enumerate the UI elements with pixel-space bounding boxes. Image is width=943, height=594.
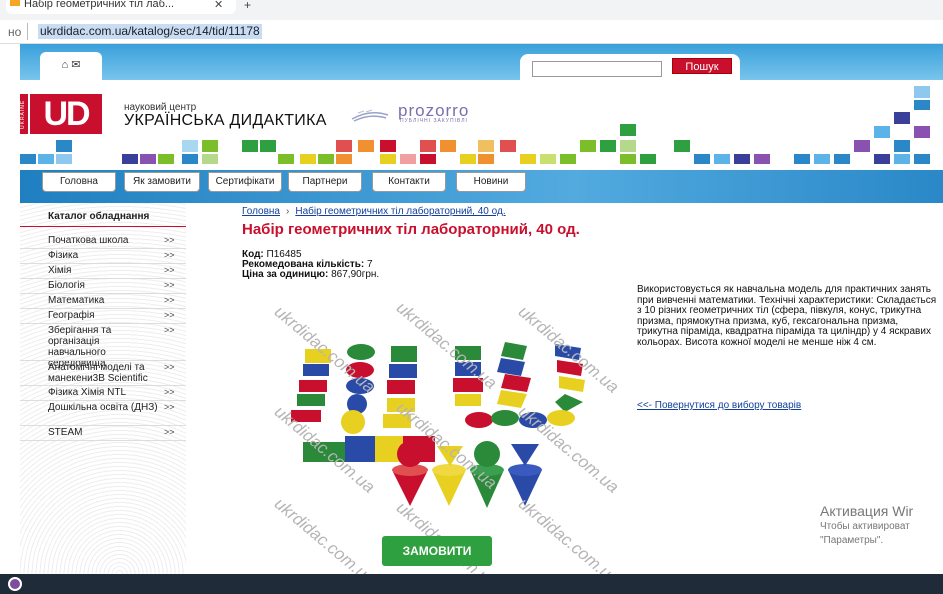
logo-title: УКРАЇНСЬКА ДИДАКТИКА xyxy=(124,112,327,129)
url-separator xyxy=(27,23,28,40)
sidebar-item-geography[interactable]: Географія xyxy=(48,310,158,321)
activation-line2: "Параметры". xyxy=(820,535,884,546)
chevron-right-icon: >> xyxy=(164,325,175,335)
catalog-title: Каталог обладнання xyxy=(48,211,150,222)
prozorro-icon xyxy=(351,109,389,122)
geometric-shapes-illustration xyxy=(291,342,585,508)
nav-news[interactable]: Новини xyxy=(456,172,526,192)
divider xyxy=(20,323,186,324)
back-to-products-link[interactable]: <<- Повернутися до вибору товарів xyxy=(637,400,801,411)
nav-contacts[interactable]: Контакти xyxy=(372,172,446,192)
favicon-icon xyxy=(10,0,20,6)
sidebar-item-anatomy[interactable]: Анатомічні моделі та манекени3B Scientif… xyxy=(48,362,158,384)
product-image[interactable]: ukrdidac.com.ua ukrdidac.com.ua ukrdidac… xyxy=(265,294,625,574)
home-mail-tab[interactable]: ⌂ ✉ xyxy=(40,52,102,80)
page-title: Набір геометричних тіл лабораторний, 40 … xyxy=(242,221,580,238)
site-logo[interactable]: UD xyxy=(30,94,102,134)
price-label: Ціна за одиницю: xyxy=(242,269,329,280)
prozorro-subtitle: ПУБЛІЧНІ ЗАКУПІВЛІ xyxy=(400,118,468,124)
divider xyxy=(20,308,186,309)
close-tab-icon[interactable]: ✕ xyxy=(214,0,223,11)
divider xyxy=(20,360,186,361)
nav-partners[interactable]: Партнери xyxy=(288,172,362,192)
main-nav: Головна Як замовити Сертифікати Партнери… xyxy=(20,170,943,203)
chevron-right-icon: >> xyxy=(164,310,175,320)
chevron-right-icon: >> xyxy=(164,250,175,260)
chevron-right-icon: >> xyxy=(164,387,175,397)
new-tab-icon[interactable]: + xyxy=(244,0,251,12)
divider xyxy=(20,248,186,249)
chevron-right-icon: >> xyxy=(164,362,175,372)
product-info: Код: П16485 Рекомедована кількість: 7 Ці… xyxy=(242,250,379,280)
nav-how-to-order[interactable]: Як замовити xyxy=(124,172,200,192)
sidebar-item-steam[interactable]: STEAM xyxy=(48,427,158,438)
sidebar-item-math[interactable]: Математика xyxy=(48,295,158,306)
address-bar[interactable]: но ukrdidac.com.ua/katalog/sec/14/tid/11… xyxy=(0,20,943,44)
breadcrumb-home[interactable]: Головна xyxy=(242,206,280,217)
sidebar-item-biology[interactable]: Біологія xyxy=(48,280,158,291)
search-input[interactable] xyxy=(532,61,662,77)
chevron-right-icon: >> xyxy=(164,427,175,437)
sidebar-item-primary-school[interactable]: Початкова школа xyxy=(48,235,158,246)
chevron-right-icon: >> xyxy=(164,265,175,275)
divider xyxy=(20,278,186,279)
divider xyxy=(20,440,186,441)
viber-icon[interactable] xyxy=(8,577,22,591)
order-button[interactable]: ЗАМОВИТИ xyxy=(382,536,492,566)
activation-title: Активация Wir xyxy=(820,503,914,519)
taskbar xyxy=(0,574,943,594)
sidebar-item-ntl[interactable]: Фізика Хімія NTL xyxy=(48,387,158,398)
browser-tabstrip: Набір геометричних тіл лаб... ✕ + xyxy=(0,0,943,20)
sidebar-item-preschool[interactable]: Дошкільна освіта (ДНЗ) xyxy=(48,402,158,413)
sidebar-item-chemistry[interactable]: Хімія xyxy=(48,265,158,276)
chevron-right-icon: >> xyxy=(164,402,175,412)
url-text[interactable]: ukrdidac.com.ua/katalog/sec/14/tid/11178 xyxy=(38,24,262,39)
chevron-right-icon: >> xyxy=(164,295,175,305)
product-price: 867,90грн. xyxy=(331,269,380,280)
tab-title: Набір геометричних тіл лаб... xyxy=(24,0,175,10)
top-band xyxy=(20,44,943,80)
chevron-right-icon: >> xyxy=(164,235,175,245)
url-security-label: но xyxy=(8,25,22,39)
search-button[interactable]: Пошук xyxy=(672,58,732,74)
catalog-title-underline xyxy=(20,226,186,227)
logo-ukraine-strip: UKRAINE xyxy=(20,94,28,134)
browser-tab[interactable]: Набір геометричних тіл лаб... ✕ xyxy=(6,0,236,14)
activation-line1: Чтобы активироват xyxy=(820,521,910,532)
product-description: Використовується як навчальна модель для… xyxy=(637,284,937,348)
divider xyxy=(20,293,186,294)
nav-home[interactable]: Головна xyxy=(42,172,116,192)
divider xyxy=(20,385,186,386)
nav-certificates[interactable]: Сертифікати xyxy=(208,172,282,192)
breadcrumb-separator: › xyxy=(286,206,290,217)
chevron-right-icon: >> xyxy=(164,280,175,290)
breadcrumb: Головна › Набір геометричних тіл лаборатор… xyxy=(242,206,506,217)
breadcrumb-current[interactable]: Набір геометричних тіл лабораторний, 40 … xyxy=(295,206,505,217)
sidebar-item-physics[interactable]: Фізика xyxy=(48,250,158,261)
catalog-sidebar: Каталог обладнання Початкова школа >> Фі… xyxy=(20,203,186,574)
divider xyxy=(20,425,186,426)
divider xyxy=(20,263,186,264)
divider xyxy=(20,400,186,401)
website: ⌂ ✉ Пошук UKRAINE UD науковий центр УКРА… xyxy=(20,44,943,574)
windows-activation-watermark: Активация Wir Чтобы активироват "Парамет… xyxy=(820,502,943,548)
